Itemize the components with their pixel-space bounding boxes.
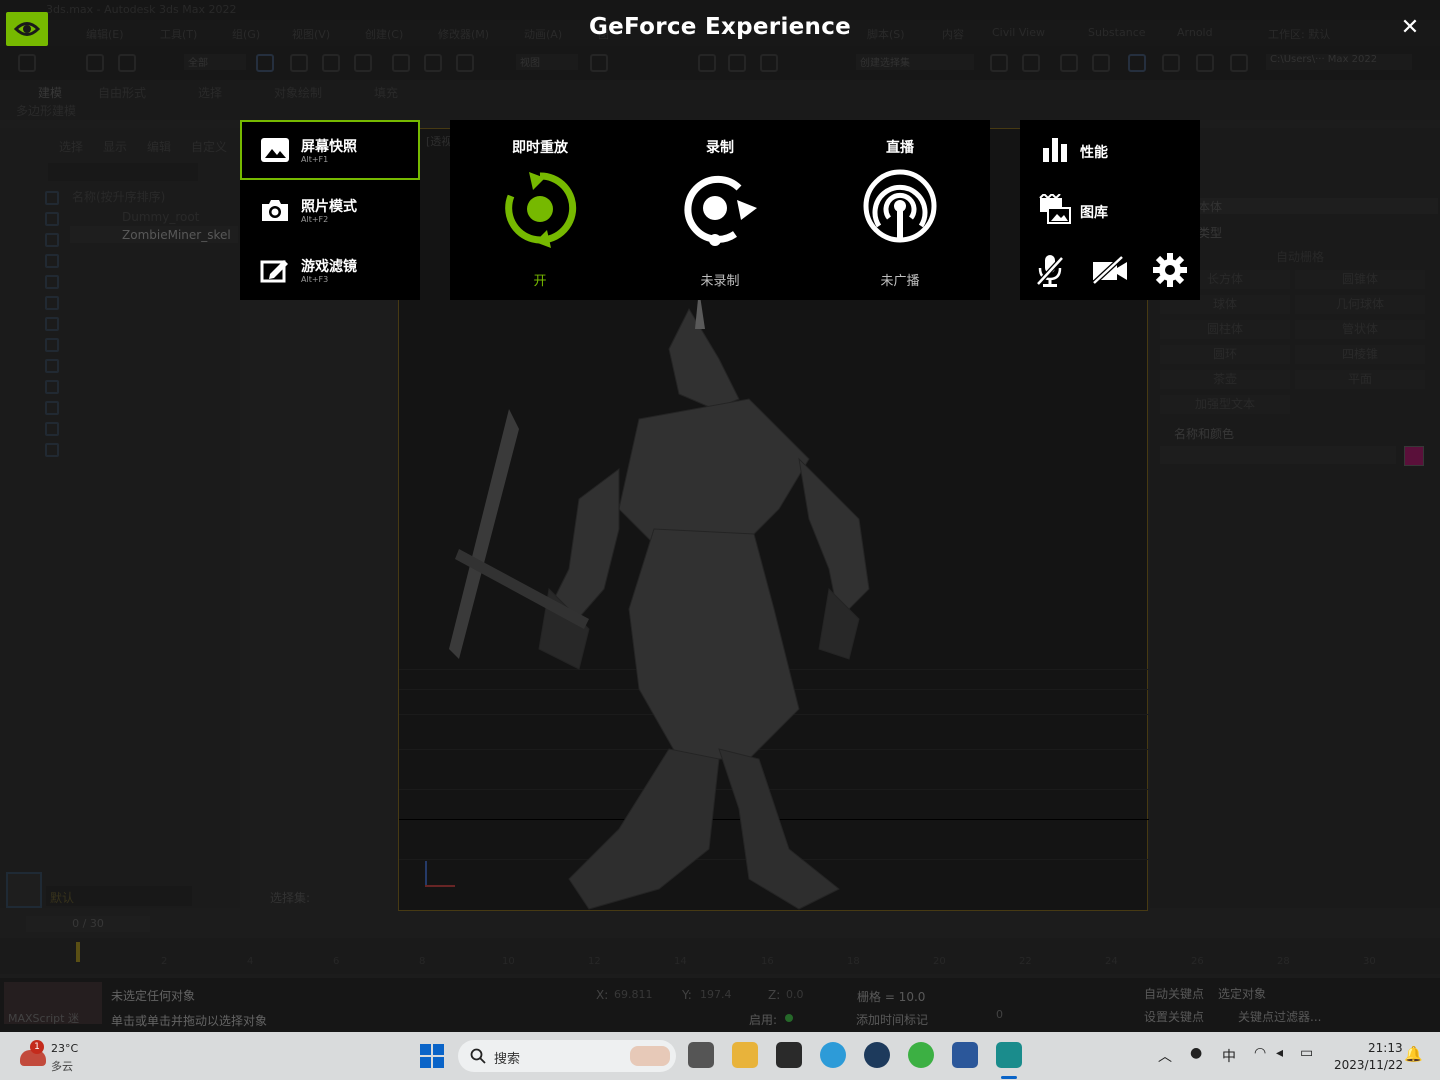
3dsmax-app[interactable] <box>996 1042 1022 1068</box>
overlay-title: GeForce Experience <box>588 14 852 40</box>
capture-panel: 屏幕快照 Alt+F1 照片模式 Alt+F2 游戏滤镜 Alt+F3 <box>240 120 420 300</box>
screenshot-button[interactable]: 屏幕快照 Alt+F1 <box>240 120 420 180</box>
word-app[interactable] <box>952 1042 978 1068</box>
weather-desc: 多云 <box>51 1060 73 1073</box>
photo-mode-label: 照片模式 <box>301 199 357 215</box>
weather-temp: 23°C <box>51 1042 79 1055</box>
game-filter-button[interactable]: 游戏滤镜 Alt+F3 <box>240 240 420 300</box>
broadcast-status: 未广播 <box>880 274 920 289</box>
clock-time[interactable]: 21:13 <box>1368 1041 1403 1055</box>
screenshot-label: 屏幕快照 <box>301 139 357 155</box>
game-filter-shortcut: Alt+F3 <box>301 275 329 284</box>
record-status: 未录制 <box>700 274 740 289</box>
screenshot-shortcut: Alt+F1 <box>301 155 329 164</box>
search-highlight-art <box>630 1046 670 1066</box>
active-app-indicator <box>1001 1076 1017 1079</box>
game-filter-label: 游戏滤镜 <box>301 259 357 275</box>
weather-widget[interactable]: 1 23°C 多云 <box>14 1038 94 1076</box>
screenshot-icon <box>261 138 289 162</box>
photo-mode-button[interactable]: 照片模式 Alt+F2 <box>240 180 420 240</box>
settings-button[interactable] <box>1150 250 1190 290</box>
broadcast-title: 直播 <box>886 140 914 156</box>
features-panel: 即时重放 开 录制 未录制 直播 未广播 <box>450 120 990 300</box>
start-button[interactable] <box>420 1044 444 1068</box>
microphone-tray-icon[interactable]: ● <box>1190 1045 1202 1061</box>
side-panel: 性能 图库 <box>1020 120 1200 300</box>
instant-replay-icon <box>505 172 577 248</box>
photo-mode-shortcut: Alt+F2 <box>301 215 329 224</box>
edge-app[interactable] <box>820 1042 846 1068</box>
filter-icon <box>260 260 288 283</box>
notification-bell-icon[interactable]: 🔔 <box>1404 1045 1423 1063</box>
camera-off-icon <box>1092 256 1127 284</box>
record-title: 录制 <box>706 140 734 156</box>
camera-icon <box>262 200 288 221</box>
task-view-app[interactable] <box>688 1042 714 1068</box>
search-placeholder: 搜索 <box>494 1052 521 1067</box>
tray-overflow-icon[interactable]: ︿ <box>1158 1046 1172 1066</box>
volume-icon[interactable]: ◂ <box>1276 1045 1283 1061</box>
broadcast-icon <box>863 169 937 243</box>
clock-date[interactable]: 2023/11/22 <box>1334 1058 1403 1072</box>
microphone-toggle[interactable] <box>1030 250 1070 290</box>
microphone-muted-icon <box>1036 255 1064 287</box>
gallery-button[interactable]: 图库 <box>1020 180 1200 240</box>
battery-icon[interactable]: ▭ <box>1300 1045 1313 1061</box>
webcam-toggle[interactable] <box>1090 250 1130 290</box>
performance-label: 性能 <box>1080 145 1108 161</box>
broadcast-tile[interactable]: 直播 未广播 <box>810 120 990 300</box>
taskbar-search-box[interactable]: 搜索 <box>458 1040 676 1072</box>
overlay-close-button[interactable]: ✕ <box>1398 16 1422 40</box>
record-icon <box>684 175 757 246</box>
windows-logo-icon <box>420 1044 444 1068</box>
ime-indicator[interactable]: 中 <box>1222 1046 1236 1066</box>
file-explorer-app[interactable] <box>732 1042 758 1068</box>
app-icon[interactable] <box>776 1042 802 1068</box>
wifi-icon[interactable]: ◠ <box>1254 1045 1266 1061</box>
steam-app[interactable] <box>864 1042 890 1068</box>
gallery-label: 图库 <box>1080 205 1108 221</box>
gear-icon <box>1153 253 1187 287</box>
wechat-app[interactable] <box>908 1042 934 1068</box>
instant-replay-title: 即时重放 <box>512 140 568 156</box>
instant-replay-status: 开 <box>533 274 547 289</box>
windows-taskbar: 1 23°C 多云 搜索 ︿ ● 中 ◠ ◂ ▭ 21:13 2023/11/2… <box>0 1032 1440 1080</box>
performance-button[interactable]: 性能 <box>1020 120 1200 180</box>
instant-replay-tile[interactable]: 即时重放 开 <box>450 120 630 300</box>
search-icon <box>470 1048 486 1064</box>
notification-badge: 1 <box>30 1040 44 1054</box>
performance-icon <box>1043 138 1067 162</box>
record-tile[interactable]: 录制 未录制 <box>630 120 810 300</box>
gallery-icon <box>1039 194 1071 224</box>
